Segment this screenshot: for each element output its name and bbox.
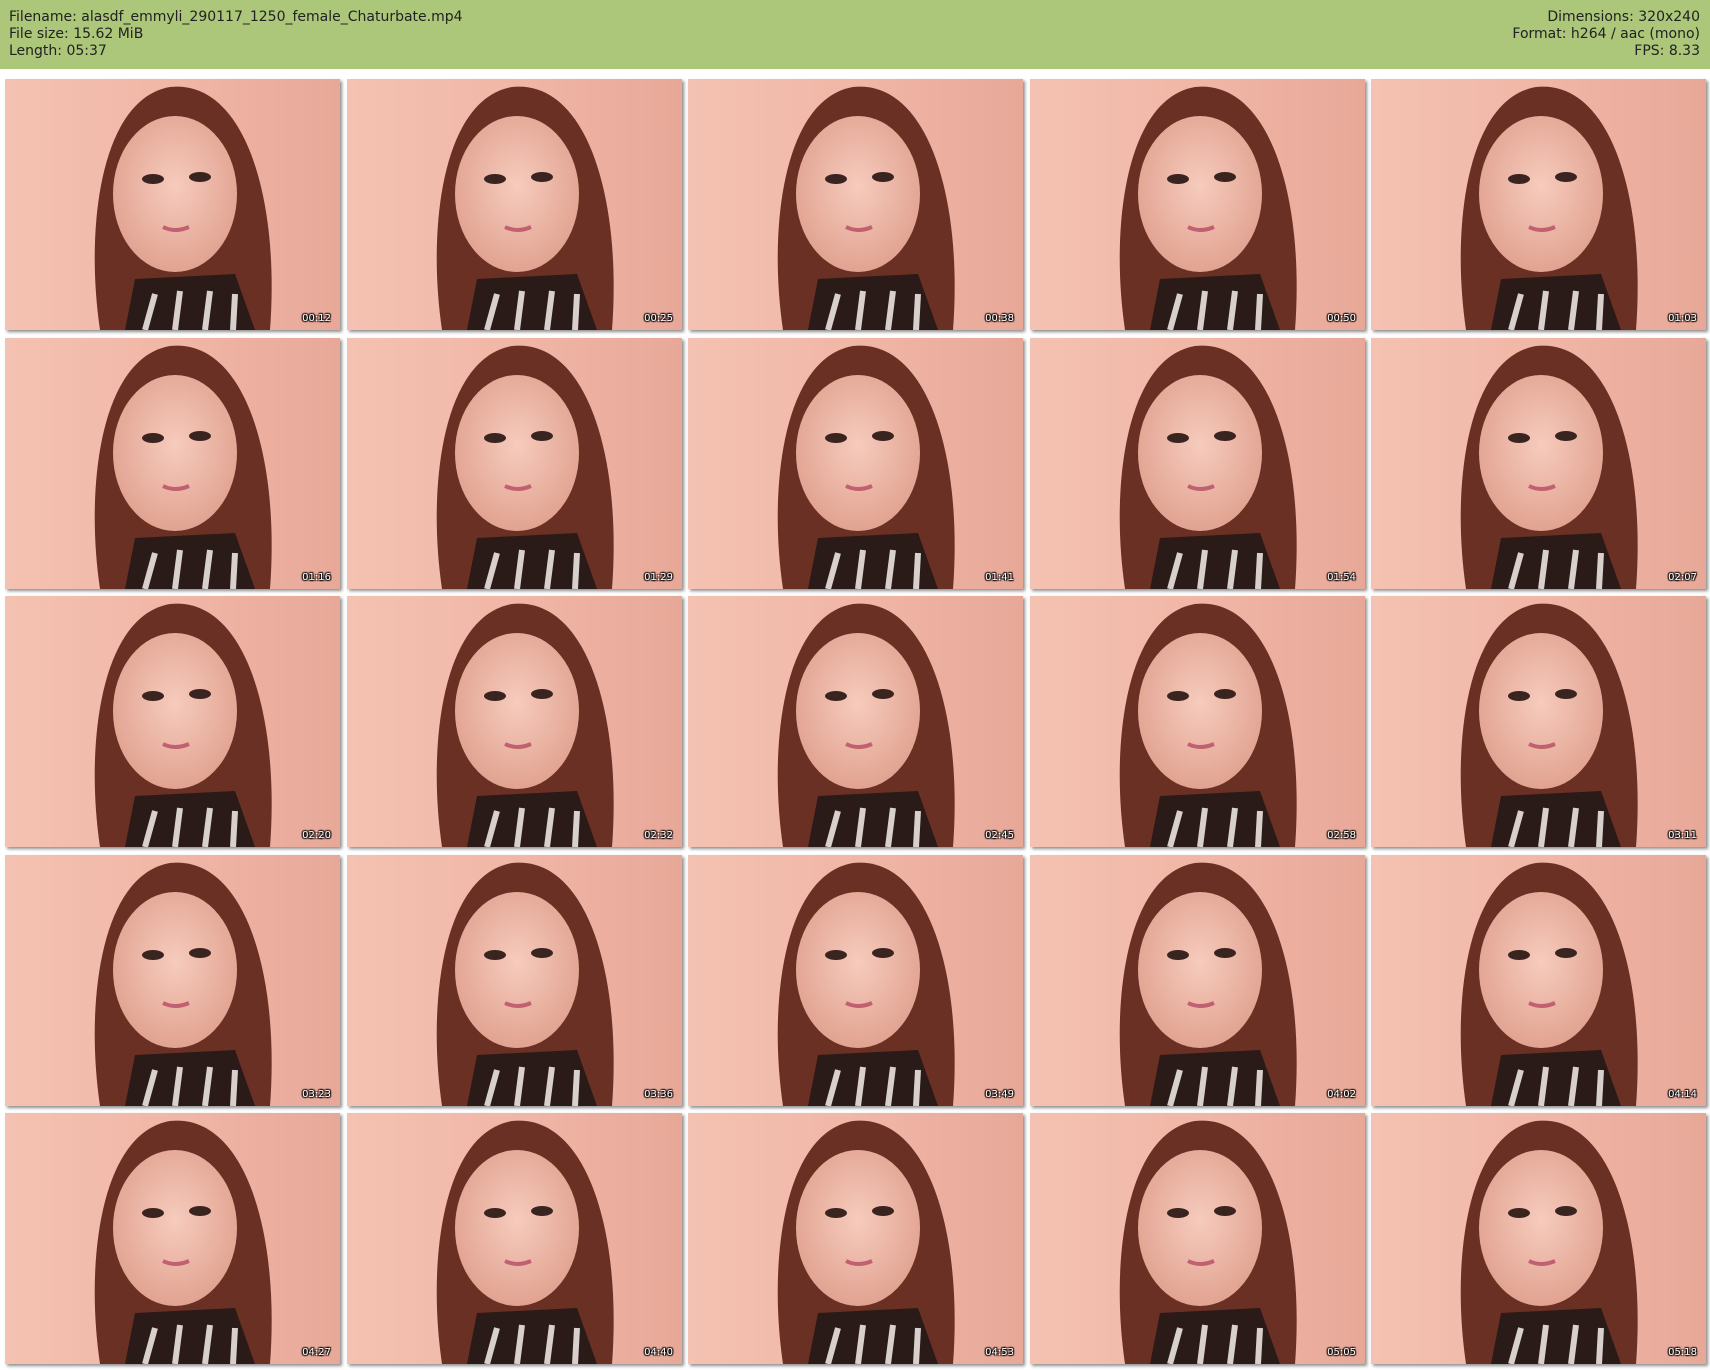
filesize-text: File size: 15.62 MiB xyxy=(9,26,144,42)
video-thumbnail[interactable]: 02:07 xyxy=(1371,338,1706,589)
timestamp-label: 02:32 xyxy=(644,830,673,841)
thumbnail-image xyxy=(347,855,682,1106)
timestamp-label: 02:45 xyxy=(985,830,1014,841)
thumbnail-image xyxy=(1371,855,1706,1106)
video-thumbnail[interactable]: 00:38 xyxy=(688,79,1023,330)
thumbnail-image xyxy=(688,1113,1023,1364)
length-text: Length: 05:37 xyxy=(9,43,107,59)
thumbnail-image xyxy=(688,79,1023,330)
thumbnail-image xyxy=(5,1113,340,1364)
video-thumbnail[interactable]: 04:40 xyxy=(347,1113,682,1364)
timestamp-label: 04:14 xyxy=(1668,1089,1697,1100)
video-thumbnail[interactable]: 01:54 xyxy=(1030,338,1365,589)
thumbnail-image xyxy=(347,79,682,330)
timestamp-label: 01:16 xyxy=(302,572,331,583)
timestamp-label: 00:25 xyxy=(644,313,673,324)
video-thumbnail[interactable]: 03:23 xyxy=(5,855,340,1106)
video-thumbnail[interactable]: 04:27 xyxy=(5,1113,340,1364)
timestamp-label: 04:53 xyxy=(985,1347,1014,1358)
fps-text: FPS: 8.33 xyxy=(1634,43,1700,59)
thumbnail-grid: 00:12 00:25 00:38 00:50 01:03 01:16 01:29 01:41… xyxy=(0,77,1710,1367)
video-thumbnail[interactable]: 02:32 xyxy=(347,596,682,847)
thumbnail-image xyxy=(5,79,340,330)
thumbnail-image xyxy=(1371,1113,1706,1364)
video-info: Dimensions: 320x240 Format: h264 / aac (… xyxy=(1512,9,1700,60)
timestamp-label: 00:50 xyxy=(1327,313,1356,324)
thumbnail-image xyxy=(347,596,682,847)
dimensions-text: Dimensions: 320x240 xyxy=(1547,9,1700,25)
timestamp-label: 03:23 xyxy=(302,1089,331,1100)
thumbnail-image xyxy=(347,338,682,589)
timestamp-label: 04:02 xyxy=(1327,1089,1356,1100)
video-thumbnail[interactable]: 05:05 xyxy=(1030,1113,1365,1364)
info-header: Filename: alasdf_emmyli_290117_1250_fema… xyxy=(0,0,1710,69)
timestamp-label: 01:54 xyxy=(1327,572,1356,583)
video-thumbnail[interactable]: 03:11 xyxy=(1371,596,1706,847)
file-info: Filename: alasdf_emmyli_290117_1250_fema… xyxy=(9,9,463,60)
video-thumbnail[interactable]: 04:14 xyxy=(1371,855,1706,1106)
video-thumbnail[interactable]: 00:12 xyxy=(5,79,340,330)
timestamp-label: 04:40 xyxy=(644,1347,673,1358)
video-thumbnail[interactable]: 02:45 xyxy=(688,596,1023,847)
video-thumbnail[interactable]: 02:58 xyxy=(1030,596,1365,847)
thumbnail-image xyxy=(1030,596,1365,847)
thumbnail-image xyxy=(1030,338,1365,589)
thumbnail-image xyxy=(1030,79,1365,330)
timestamp-label: 01:29 xyxy=(644,572,673,583)
video-thumbnail[interactable]: 05:18 xyxy=(1371,1113,1706,1364)
video-thumbnail[interactable]: 03:49 xyxy=(688,855,1023,1106)
thumbnail-image xyxy=(688,338,1023,589)
thumbnail-image xyxy=(5,596,340,847)
timestamp-label: 03:49 xyxy=(985,1089,1014,1100)
thumbnail-image xyxy=(1030,855,1365,1106)
thumbnail-image xyxy=(1030,1113,1365,1364)
video-thumbnail[interactable]: 00:25 xyxy=(347,79,682,330)
thumbnail-image xyxy=(347,1113,682,1364)
thumbnail-image xyxy=(1371,79,1706,330)
timestamp-label: 00:12 xyxy=(302,313,331,324)
thumbnail-image xyxy=(1371,596,1706,847)
timestamp-label: 00:38 xyxy=(985,313,1014,324)
timestamp-label: 03:36 xyxy=(644,1089,673,1100)
timestamp-label: 05:05 xyxy=(1327,1347,1356,1358)
timestamp-label: 01:03 xyxy=(1668,313,1697,324)
video-thumbnail[interactable]: 00:50 xyxy=(1030,79,1365,330)
timestamp-label: 02:58 xyxy=(1327,830,1356,841)
timestamp-label: 02:20 xyxy=(302,830,331,841)
filename-text: Filename: alasdf_emmyli_290117_1250_fema… xyxy=(9,9,463,25)
video-thumbnail[interactable]: 02:20 xyxy=(5,596,340,847)
timestamp-label: 05:18 xyxy=(1668,1347,1697,1358)
video-thumbnail[interactable]: 04:53 xyxy=(688,1113,1023,1364)
video-thumbnail[interactable]: 01:03 xyxy=(1371,79,1706,330)
thumbnail-image xyxy=(688,855,1023,1106)
video-thumbnail[interactable]: 03:36 xyxy=(347,855,682,1106)
video-thumbnail[interactable]: 04:02 xyxy=(1030,855,1365,1106)
timestamp-label: 04:27 xyxy=(302,1347,331,1358)
video-thumbnail[interactable]: 01:41 xyxy=(688,338,1023,589)
timestamp-label: 01:41 xyxy=(985,572,1014,583)
timestamp-label: 03:11 xyxy=(1668,830,1697,841)
thumbnail-image xyxy=(5,855,340,1106)
video-thumbnail[interactable]: 01:29 xyxy=(347,338,682,589)
thumbnail-image xyxy=(5,338,340,589)
format-text: Format: h264 / aac (mono) xyxy=(1512,26,1700,42)
timestamp-label: 02:07 xyxy=(1668,572,1697,583)
thumbnail-image xyxy=(1371,338,1706,589)
video-thumbnail[interactable]: 01:16 xyxy=(5,338,340,589)
thumbnail-image xyxy=(688,596,1023,847)
